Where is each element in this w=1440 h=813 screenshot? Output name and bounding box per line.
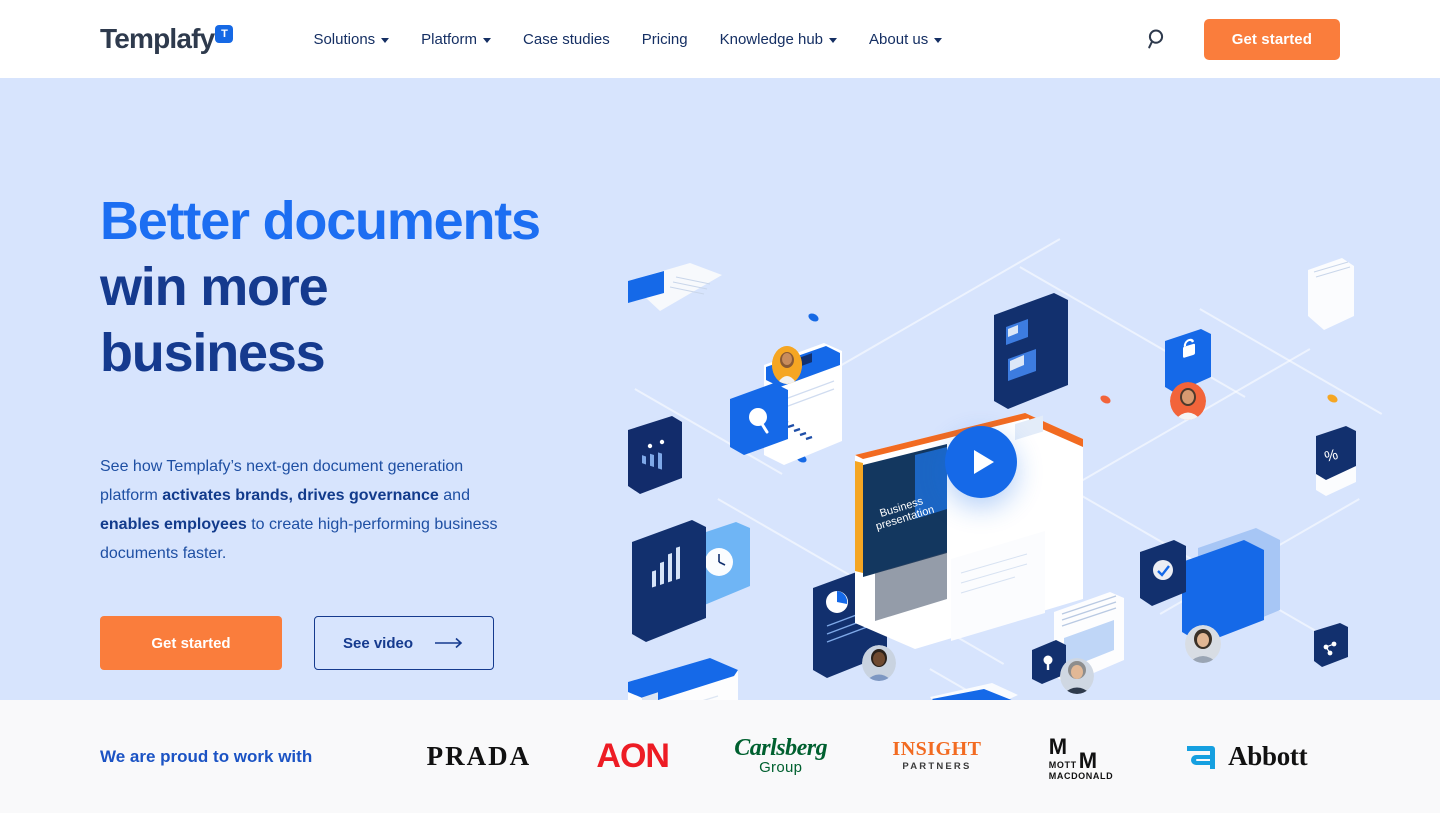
search-button[interactable] bbox=[1144, 26, 1170, 52]
client-logo-strip: We are proud to work with PRADA AON Carl… bbox=[0, 700, 1440, 813]
nav-label: Platform bbox=[421, 30, 478, 48]
discount-card: % bbox=[1312, 426, 1356, 519]
nav-label: Solutions bbox=[313, 30, 376, 48]
insight-subtitle: PARTNERS bbox=[902, 761, 972, 772]
analytics-card bbox=[626, 508, 756, 653]
client-logo-mott-macdonald: M M MOTT MACDONALD bbox=[1047, 727, 1119, 787]
hero-paragraph-part2: and bbox=[438, 487, 470, 504]
nav-item-platform[interactable]: Platform bbox=[405, 23, 507, 56]
data-card bbox=[1310, 623, 1350, 678]
node-dot bbox=[1098, 395, 1113, 404]
play-video-button[interactable] bbox=[945, 426, 1017, 498]
hero-paragraph-bold2: enables employees bbox=[100, 516, 247, 533]
site-header: Templafy T Solutions Platform Case studi… bbox=[0, 0, 1440, 78]
abbott-mark-icon bbox=[1187, 745, 1216, 769]
see-video-label: See video bbox=[342, 634, 414, 652]
client-logo-carlsberg: Carlsberg Group bbox=[734, 727, 827, 787]
client-logo-prada: PRADA bbox=[427, 727, 532, 787]
document-card bbox=[628, 263, 722, 332]
search-icon bbox=[1147, 29, 1163, 49]
hero-section: Better documents win more business See h… bbox=[0, 78, 1440, 700]
document-card bbox=[980, 293, 1076, 418]
node-dot bbox=[806, 313, 821, 322]
hero-illustration: Business presentation % bbox=[600, 158, 1440, 700]
mott-name-line-2: MACDONALD bbox=[1048, 770, 1114, 781]
nav-item-knowledge-hub[interactable]: Knowledge hub bbox=[704, 23, 853, 56]
header-actions: Get started bbox=[1144, 18, 1340, 60]
main-navigation: Solutions Platform Case studies Pricing … bbox=[297, 23, 958, 56]
document-card bbox=[918, 683, 1018, 700]
avatar bbox=[772, 346, 802, 384]
client-logo-abbott: Abbott bbox=[1184, 727, 1308, 787]
see-video-button[interactable]: See video bbox=[314, 616, 494, 670]
logo-badge-icon: T bbox=[215, 25, 234, 43]
client-logo-insight-partners: INSIGHT PARTNERS bbox=[892, 727, 981, 787]
hero-title-line-1: Better documents bbox=[100, 191, 541, 251]
avatar bbox=[1185, 625, 1221, 663]
chevron-down-icon bbox=[381, 37, 390, 43]
hero-title-line-2: win more business bbox=[100, 257, 329, 383]
hero-paragraph-bold1: activates brands, drives governance bbox=[162, 487, 439, 504]
header-get-started-button[interactable]: Get started bbox=[1203, 18, 1340, 60]
chevron-down-icon bbox=[483, 37, 492, 43]
carlsberg-wordmark: Carlsberg bbox=[734, 734, 828, 761]
hero-paragraph: See how Templafy’s next-gen document gen… bbox=[100, 452, 520, 568]
mott-name-line-1: MOTT bbox=[1048, 759, 1077, 770]
nav-item-solutions[interactable]: Solutions bbox=[297, 23, 405, 56]
logo-wordmark: Templafy bbox=[100, 23, 215, 54]
abbott-wordmark: Abbott bbox=[1228, 741, 1308, 771]
hero-get-started-button[interactable]: Get started bbox=[100, 616, 282, 670]
data-card bbox=[620, 416, 690, 511]
nav-label: About us bbox=[869, 30, 929, 48]
play-icon bbox=[974, 450, 994, 474]
client-logo-aon: AON bbox=[596, 727, 670, 787]
mott-mark-1: M bbox=[1048, 733, 1068, 759]
nav-label: Knowledge hub bbox=[719, 30, 824, 48]
chevron-down-icon bbox=[829, 37, 838, 43]
page-title: Better documents win more business bbox=[100, 188, 560, 386]
hero-copy: Better documents win more business See h… bbox=[100, 188, 560, 670]
aon-wordmark: AON bbox=[596, 737, 670, 775]
prada-wordmark: PRADA bbox=[426, 741, 532, 771]
client-logo-list: PRADA AON Carlsberg Group INSIGHT PARTNE… bbox=[410, 727, 1340, 787]
nav-item-pricing[interactable]: Pricing bbox=[626, 23, 704, 56]
arrow-right-icon bbox=[435, 637, 463, 649]
document-card bbox=[1300, 258, 1360, 343]
nav-label: Case studies bbox=[523, 30, 610, 48]
templafy-logo[interactable]: Templafy T bbox=[100, 23, 234, 55]
node-dot bbox=[1325, 394, 1340, 403]
avatar bbox=[862, 645, 896, 681]
insight-wordmark: INSIGHT bbox=[892, 738, 982, 760]
hero-cta-group: Get started See video bbox=[100, 616, 560, 670]
nav-item-case-studies[interactable]: Case studies bbox=[507, 23, 626, 56]
chevron-down-icon bbox=[934, 37, 943, 43]
avatar bbox=[1170, 382, 1206, 420]
nav-label: Pricing bbox=[641, 30, 688, 48]
carlsberg-subtitle: Group bbox=[759, 758, 803, 776]
avatar bbox=[1060, 658, 1094, 694]
logo-badge-letter: T bbox=[221, 27, 228, 40]
nav-item-about-us[interactable]: About us bbox=[853, 23, 958, 56]
document-card bbox=[628, 658, 738, 700]
logo-strip-label: We are proud to work with bbox=[100, 746, 313, 766]
